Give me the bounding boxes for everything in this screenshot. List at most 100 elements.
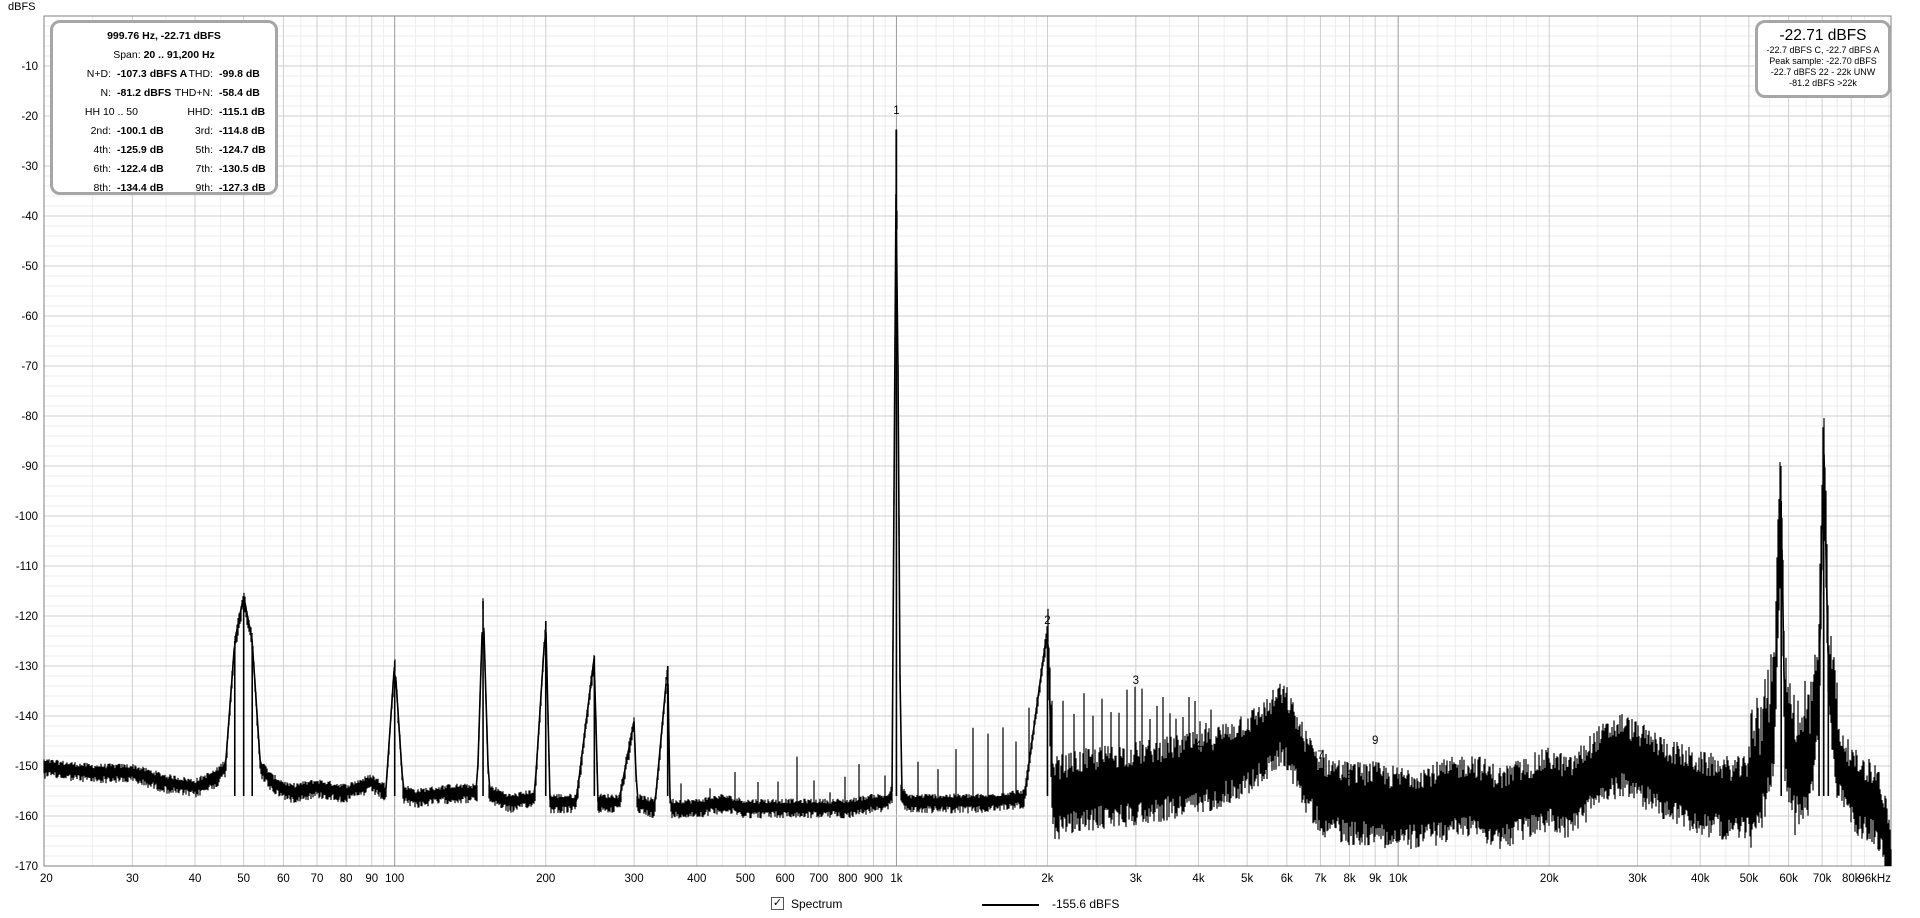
x-tick-label: 80 xyxy=(340,873,353,885)
stats-label: HH 10 .. 50 xyxy=(84,106,138,118)
x-tick-label: 2k xyxy=(1041,873,1053,885)
y-tick-label: -100 xyxy=(15,511,38,523)
level-line: -22.7 dBFS C, -22.7 dBFS A xyxy=(1766,45,1880,55)
x-tick-label: 900 xyxy=(864,873,883,885)
stats-label: 5th: xyxy=(195,144,213,156)
x-tick-label: 6k xyxy=(1281,873,1293,885)
x-tick-label: 96kHz xyxy=(1858,873,1891,885)
x-tick-label: 90 xyxy=(365,873,378,885)
distortion-stats-panel: 999.76 Hz, -22.71 dBFS Span: 20 .. 91,20… xyxy=(50,20,278,195)
span-value: 20 .. 91,200 Hz xyxy=(143,49,215,61)
stats-label: 2nd: xyxy=(90,125,111,137)
harmonic-marker-label: 1 xyxy=(893,105,899,117)
y-tick-label: -40 xyxy=(21,211,38,223)
y-tick-label: -120 xyxy=(15,611,38,623)
legend-spectrum-label: Spectrum xyxy=(791,897,843,911)
stats-label: N: xyxy=(100,87,112,99)
y-tick-label: -170 xyxy=(15,861,38,873)
x-tick-label: 3k xyxy=(1130,873,1142,885)
span-label: Span: xyxy=(113,49,141,61)
stats-label: 4th: xyxy=(93,144,111,156)
legend-line-swatch xyxy=(982,904,1039,906)
x-tick-label: 200 xyxy=(536,873,555,885)
stats-label: 8th: xyxy=(93,182,111,194)
level-line: Peak sample: -22.70 dBFS xyxy=(1769,56,1877,66)
x-tick-label: 50k xyxy=(1740,873,1759,885)
stats-span: Span: 20 .. 91,200 Hz xyxy=(53,46,275,65)
harmonic-marker-label: 4 xyxy=(1195,740,1202,752)
x-tick-label: 100 xyxy=(385,873,404,885)
spectrum-checkbox[interactable]: ✓ xyxy=(771,897,784,910)
harmonic-marker-label: 7 xyxy=(1317,750,1323,762)
y-tick-label: -130 xyxy=(15,661,38,673)
stats-value: -130.5 dB xyxy=(219,163,266,175)
legend-series-value: -155.6 dBFS xyxy=(1052,897,1120,911)
x-tick-label: 5k xyxy=(1241,873,1253,885)
x-tick-label: 400 xyxy=(687,873,706,885)
x-tick-label: 70 xyxy=(311,873,324,885)
stats-row: N: -81.2 dBFS THD+N: -58.4 dB xyxy=(53,84,275,103)
y-tick-label: -90 xyxy=(21,461,38,473)
y-tick-label: -80 xyxy=(21,411,38,423)
stats-label: THD: xyxy=(188,68,214,80)
y-tick-label: -110 xyxy=(16,561,38,573)
spectrum-chart: dBFS -10 -20 -30 -40 -50 -60 -70 -80 -90 -100 -110 -… xyxy=(8,1,1892,885)
stats-label: 7th: xyxy=(195,163,213,175)
harmonic-marker-label: 6 xyxy=(1284,720,1290,732)
x-tick-label: 9k xyxy=(1369,873,1381,885)
harmonic-marker-label: 3 xyxy=(1133,675,1139,687)
x-tick-label: 300 xyxy=(624,873,643,885)
y-tick-label: -30 xyxy=(21,161,38,173)
stats-value: -58.4 dB xyxy=(219,87,260,99)
x-tick-label: 1k xyxy=(890,873,902,885)
stats-label: HHD: xyxy=(187,106,213,118)
y-tick-label: -60 xyxy=(21,311,38,323)
harmonic-marker-label: 8 xyxy=(1346,770,1352,782)
y-tick-label: -20 xyxy=(21,111,38,123)
x-tick-label: 800 xyxy=(838,873,857,885)
harmonic-marker-label: 9 xyxy=(1372,735,1378,747)
x-tick-label: 30k xyxy=(1628,873,1647,885)
x-tick-label: 20 xyxy=(40,873,53,885)
y-axis-title: dBFS xyxy=(8,1,36,13)
stats-value: -99.8 dB xyxy=(219,68,260,80)
level-line: -22.7 dBFS 22 - 22k UNW xyxy=(1770,67,1876,77)
stats-row: 8th: -134.4 dB 9th: -127.3 dB xyxy=(53,179,275,198)
stats-row: 2nd: -100.1 dB 3rd: -114.8 dB xyxy=(53,122,275,141)
x-tick-label: 60k xyxy=(1779,873,1798,885)
harmonic-marker-label: 5 xyxy=(1244,740,1250,752)
x-tick-label: 40k xyxy=(1691,873,1710,885)
stats-value: -127.3 dB xyxy=(219,182,266,194)
y-tick-label: -10 xyxy=(21,61,38,73)
stats-label: 3rd: xyxy=(194,125,213,137)
y-tick-label: -140 xyxy=(15,711,38,723)
x-tick-label: 10k xyxy=(1389,873,1408,885)
x-tick-label: 600 xyxy=(776,873,795,885)
x-tick-label: 30 xyxy=(126,873,139,885)
x-tick-label: 40 xyxy=(189,873,202,885)
stats-label: THD+N: xyxy=(174,87,213,99)
x-tick-label: 8k xyxy=(1343,873,1355,885)
y-tick-label: -50 xyxy=(21,261,38,273)
stats-label: 9th: xyxy=(195,182,213,194)
harmonic-marker-label: 2 xyxy=(1044,615,1050,627)
stats-value: -115.1 dB xyxy=(219,106,266,118)
stats-label: 6th: xyxy=(93,163,111,175)
x-tick-label: 70k xyxy=(1813,873,1832,885)
x-tick-label: 500 xyxy=(736,873,755,885)
x-tick-label: 7k xyxy=(1314,873,1326,885)
x-tick-label: 700 xyxy=(809,873,828,885)
level-readout-panel: -22.71 dBFS -22.7 dBFS C, -22.7 dBFS A P… xyxy=(1755,20,1891,98)
stats-row: N+D: -107.3 dBFS A THD: -99.8 dB xyxy=(53,65,275,84)
x-tick-label: 50 xyxy=(237,873,250,885)
stats-header: 999.76 Hz, -22.71 dBFS xyxy=(107,30,221,42)
level-line: -81.2 dBFS >22k xyxy=(1789,78,1857,88)
stats-row: HH 10 .. 50 HHD: -115.1 dB xyxy=(53,103,275,122)
x-tick-label: 60 xyxy=(277,873,290,885)
x-tick-label: 20k xyxy=(1540,873,1559,885)
stats-value: -124.7 dB xyxy=(219,144,266,156)
y-tick-label: -70 xyxy=(21,361,38,373)
level-main: -22.71 dBFS xyxy=(1779,27,1867,44)
stats-row: 6th: -122.4 dB 7th: -130.5 dB xyxy=(53,160,275,179)
y-tick-label: -150 xyxy=(15,761,38,773)
